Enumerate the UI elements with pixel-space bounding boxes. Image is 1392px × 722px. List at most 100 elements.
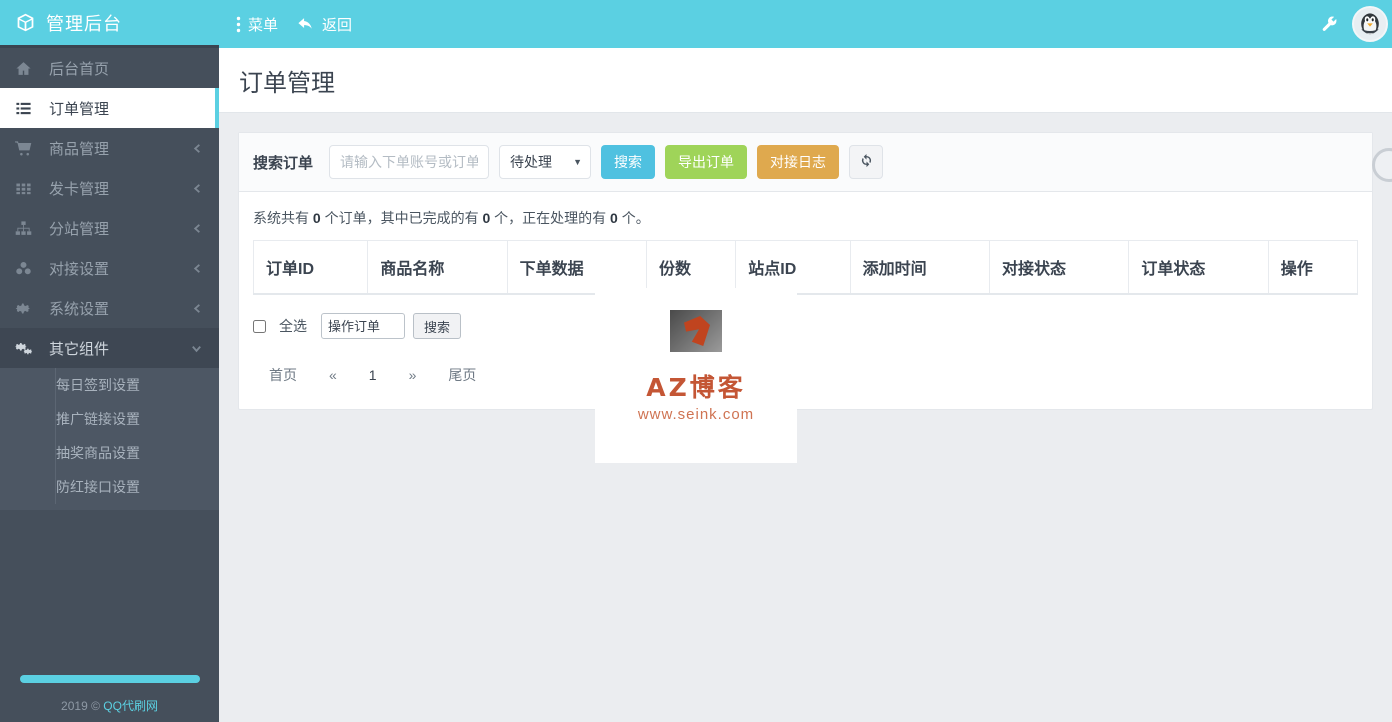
orders-panel: 搜索订单 待处理 ▼ 搜索 导出订单 对接日志 <box>238 132 1373 410</box>
col-order-id: 订单ID <box>254 241 368 295</box>
bulk-action-select[interactable]: 操作订单 <box>321 313 405 339</box>
sidebar-item-docking-label: 对接设置 <box>49 258 192 279</box>
search-panel-label: 搜索订单 <box>253 152 313 173</box>
cart-icon <box>15 140 35 157</box>
search-toolbar: 搜索订单 待处理 ▼ 搜索 导出订单 对接日志 <box>239 133 1372 192</box>
summary-mid1: 个订单，其中已完成的有 <box>325 210 479 226</box>
copyright-year: 2019 <box>61 699 88 713</box>
gear-icon <box>15 300 35 317</box>
sidebar-item-orders[interactable]: 订单管理 <box>0 88 219 128</box>
sidebar-item-other-components[interactable]: 其它组件 <box>0 328 219 368</box>
select-all-checkbox[interactable] <box>253 320 266 333</box>
pagination-page-1[interactable]: 1 <box>353 361 393 389</box>
col-docking-status: 对接状态 <box>989 241 1128 295</box>
list-icon <box>15 100 35 117</box>
sidebar-item-cards[interactable]: 发卡管理 <box>0 168 219 208</box>
grid-icon <box>15 180 35 197</box>
chevron-down-icon <box>190 342 203 355</box>
status-select[interactable]: 待处理 <box>499 145 591 179</box>
top-bar: 管理后台 菜单 返回 <box>0 0 1392 48</box>
top-nav-menu-label: 菜单 <box>248 14 278 35</box>
chevron-left-icon <box>192 263 203 274</box>
refresh-button[interactable] <box>849 145 883 179</box>
sidebar-item-system[interactable]: 系统设置 <box>0 288 219 328</box>
sidebar-subitem-promo-link[interactable]: 推广链接设置 <box>0 402 219 436</box>
select-all-label: 全选 <box>279 316 307 336</box>
pagination-next[interactable]: » <box>393 361 433 389</box>
summary-suffix: 个。 <box>622 210 650 226</box>
summary-mid2: 个，正在处理的有 <box>494 210 606 226</box>
pagination-prev[interactable]: « <box>313 361 353 389</box>
bulk-submit-button[interactable]: 搜索 <box>413 313 461 339</box>
top-bar-right <box>1319 0 1392 48</box>
orders-body: 系统共有 0 个订单，其中已完成的有 0 个，正在处理的有 0 个。 订单ID … <box>239 192 1372 409</box>
sidebar-menu: 后台首页 订单管理 <box>0 48 219 368</box>
sidebar-item-home-label: 后台首页 <box>49 58 203 79</box>
chevron-left-icon <box>192 223 203 234</box>
sitemap-icon <box>15 220 35 237</box>
sidebar-progress-bar <box>20 675 200 683</box>
orders-table-head: 订单ID 商品名称 下单数据 份数 站点ID 添加时间 对接状态 订单状态 操作 <box>254 241 1358 295</box>
top-nav-back-label: 返回 <box>322 14 352 35</box>
page-header: 订单管理 <box>219 48 1392 113</box>
cubes-icon <box>15 260 35 277</box>
pagination-last[interactable]: 尾页 <box>432 359 492 391</box>
sidebar-footer: 2019 © QQ代刷网 <box>0 675 219 722</box>
sidebar-item-system-label: 系统设置 <box>49 298 192 319</box>
copyright: 2019 © QQ代刷网 <box>0 697 219 714</box>
brand-block[interactable]: 管理后台 <box>0 0 219 48</box>
orders-table: 订单ID 商品名称 下单数据 份数 站点ID 添加时间 对接状态 订单状态 操作 <box>253 240 1358 295</box>
col-order-data: 下单数据 <box>507 241 646 295</box>
sidebar-item-cards-label: 发卡管理 <box>49 178 192 199</box>
sidebar-submenu-wrap: 每日签到设置 推广链接设置 抽奖商品设置 防红接口设置 <box>0 368 219 510</box>
bulk-action-bar: 全选 操作订单 搜索 <box>253 313 1358 339</box>
chevron-left-icon <box>192 143 203 154</box>
sidebar-item-goods-label: 商品管理 <box>49 138 192 159</box>
menu-dots-icon <box>236 16 241 33</box>
copyright-link[interactable]: QQ代刷网 <box>103 699 158 713</box>
reply-arrow-icon <box>296 16 315 33</box>
summary-completed: 0 <box>482 210 490 226</box>
search-input[interactable] <box>329 145 489 179</box>
pagination-first[interactable]: 首页 <box>253 359 313 391</box>
summary-total: 0 <box>313 210 321 226</box>
col-site-id: 站点ID <box>736 241 850 295</box>
pagination: 首页 « 1 » 尾页 <box>253 359 1358 391</box>
top-nav-menu[interactable]: 菜单 <box>236 0 278 48</box>
avatar[interactable] <box>1352 6 1388 42</box>
orders-summary: 系统共有 0 个订单，其中已完成的有 0 个，正在处理的有 0 个。 <box>253 208 1358 228</box>
sidebar-subitem-daily-signin-label: 每日签到设置 <box>56 375 140 395</box>
copyright-symbol: © <box>91 699 100 713</box>
refresh-icon <box>859 153 874 171</box>
sidebar-item-goods[interactable]: 商品管理 <box>0 128 219 168</box>
sidebar-item-orders-label: 订单管理 <box>49 98 199 119</box>
chevron-left-icon <box>192 303 203 314</box>
cube-icon <box>14 12 36 34</box>
sidebar-item-docking[interactable]: 对接设置 <box>0 248 219 288</box>
sidebar-item-home[interactable]: 后台首页 <box>0 48 219 88</box>
main-content: 订单管理 搜索订单 待处理 ▼ 搜索 导出订单 对接日志 <box>219 48 1392 722</box>
brand-title: 管理后台 <box>46 10 122 36</box>
wrench-icon[interactable] <box>1319 15 1338 34</box>
sidebar-subitem-antired-api[interactable]: 防红接口设置 <box>0 470 219 504</box>
home-icon <box>15 60 35 77</box>
search-button[interactable]: 搜索 <box>601 145 655 179</box>
summary-prefix: 系统共有 <box>253 210 309 226</box>
sidebar-item-other-components-label: 其它组件 <box>49 338 190 359</box>
sidebar-subitem-daily-signin[interactable]: 每日签到设置 <box>0 368 219 402</box>
summary-processing: 0 <box>610 210 618 226</box>
top-nav-back[interactable]: 返回 <box>296 0 352 48</box>
sidebar-subitem-lottery-goods[interactable]: 抽奖商品设置 <box>0 436 219 470</box>
sidebar-item-substation-label: 分站管理 <box>49 218 192 239</box>
sidebar-submenu: 每日签到设置 推广链接设置 抽奖商品设置 防红接口设置 <box>0 368 219 510</box>
col-added-time: 添加时间 <box>850 241 989 295</box>
admin-page-root: 管理后台 菜单 返回 <box>0 0 1392 722</box>
sidebar-subitem-antired-api-label: 防红接口设置 <box>56 477 140 497</box>
sidebar-item-substation[interactable]: 分站管理 <box>0 208 219 248</box>
col-order-status: 订单状态 <box>1129 241 1268 295</box>
sidebar-subitem-promo-link-label: 推广链接设置 <box>56 409 140 429</box>
col-quantity: 份数 <box>647 241 736 295</box>
export-button[interactable]: 导出订单 <box>665 145 747 179</box>
log-button[interactable]: 对接日志 <box>757 145 839 179</box>
chevron-left-icon <box>192 183 203 194</box>
